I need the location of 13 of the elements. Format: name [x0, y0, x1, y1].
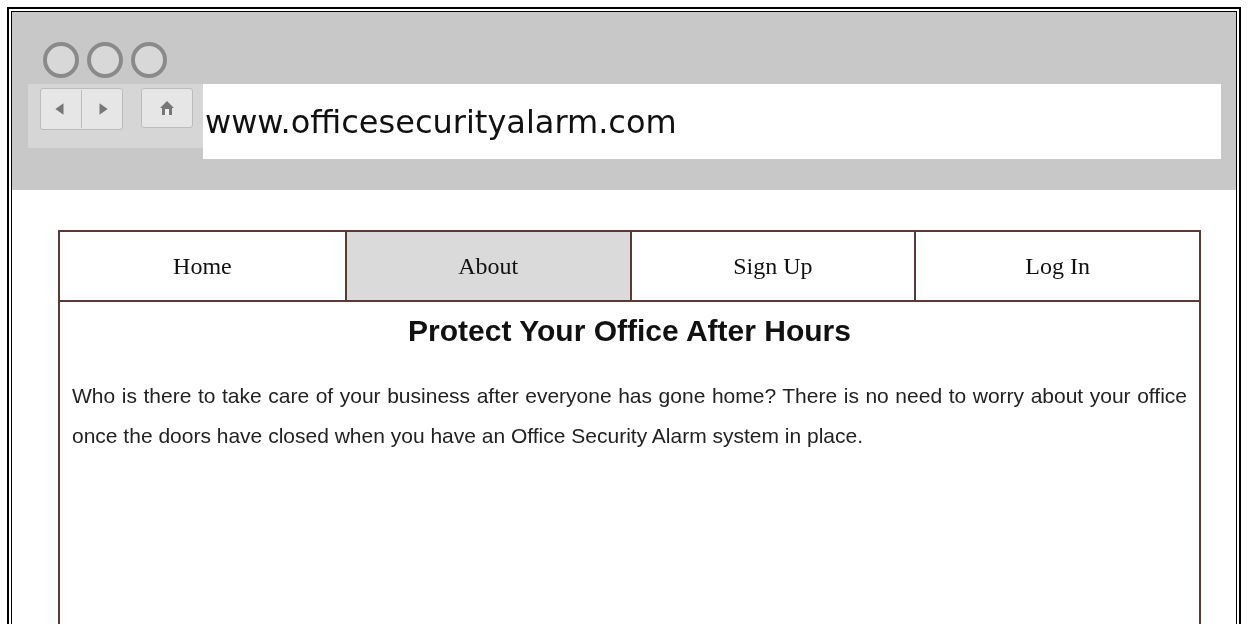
window-button[interactable]	[87, 42, 123, 78]
window-button[interactable]	[131, 42, 167, 78]
home-button[interactable]	[141, 88, 193, 128]
body-paragraph: Who is there to take care of your business after everyone has gone home? There is no need to worry about your office once the doors have closed when you have an Office Security Alarm system in place.	[72, 383, 1187, 449]
window-button[interactable]	[43, 42, 79, 78]
nav-tab[interactable]: Home	[60, 232, 345, 300]
address-bar[interactable]: www.officesecurityalarm.com	[203, 84, 1221, 159]
nav-tab[interactable]: Log In	[914, 232, 1199, 300]
home-icon	[159, 100, 175, 116]
back-icon[interactable]	[53, 102, 67, 116]
page-heading: Protect Your Office After Hours	[407, 314, 852, 348]
nav-tab[interactable]: About	[344, 232, 630, 300]
nav-tab[interactable]: Sign Up	[629, 232, 915, 300]
